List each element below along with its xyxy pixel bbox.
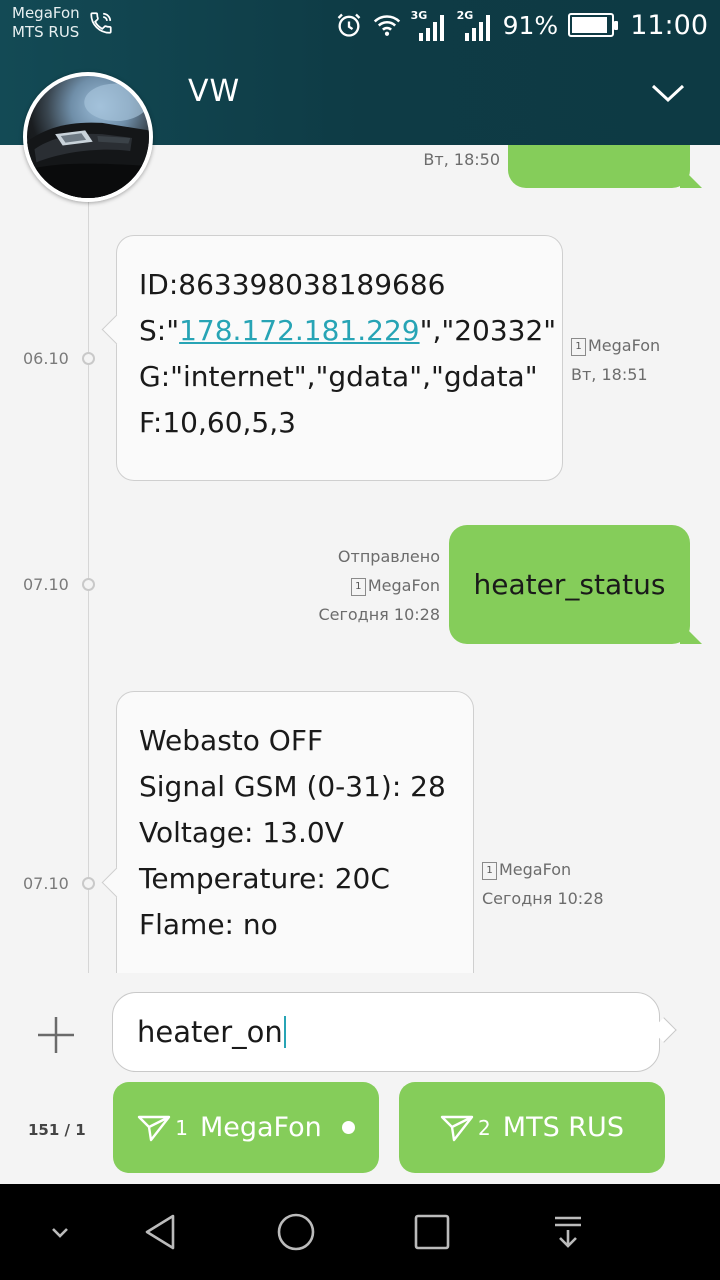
message-text: ","20332" — [419, 314, 557, 347]
phone-call-icon — [90, 12, 112, 34]
message-time-previous: Вт, 18:50 — [423, 150, 500, 169]
text-cursor — [283, 1016, 286, 1048]
sim-carrier-name: MegaFon — [367, 576, 440, 595]
carrier-names: MegaFon MTS RUS — [12, 4, 80, 42]
message-bubble-incoming[interactable]: ID:863398038189686 S:"178.172.181.229","… — [116, 235, 563, 481]
contact-name[interactable]: VW — [188, 74, 240, 109]
sim-number: 2 — [478, 1115, 491, 1140]
sim-carrier: 1 MegaFon — [482, 855, 604, 884]
message-bubble-outgoing[interactable]: heater_status — [449, 525, 702, 644]
message-line: Webasto OFF — [139, 724, 324, 757]
timeline-dot — [82, 578, 95, 591]
message-line: Temperature: 20C — [139, 862, 390, 895]
alarm-icon — [337, 13, 360, 37]
sim-carrier: 1 MegaFon — [571, 331, 660, 360]
message-meta: 1 MegaFon Вт, 18:51 — [571, 331, 660, 389]
message-time: Сегодня 10:28 — [318, 605, 440, 624]
compose-area: heater_on 151 / 1 1 MegaFon 2 MTS RUS — [0, 973, 720, 1184]
car-photo — [27, 83, 149, 198]
message-input[interactable]: heater_on — [112, 992, 660, 1072]
collapse-icon[interactable] — [40, 1212, 80, 1252]
send-icon — [440, 1115, 474, 1141]
timeline-dot — [82, 877, 95, 890]
battery-icon — [568, 13, 619, 37]
timeline-date: 06.10 — [23, 349, 69, 368]
sim-carrier: 1 MegaFon — [290, 571, 440, 600]
ip-address-link[interactable]: 178.172.181.229 — [179, 314, 419, 347]
message-bubble-outgoing-previous[interactable] — [508, 145, 702, 188]
sim-carrier-name: MegaFon — [588, 336, 661, 355]
message-input-text: heater_on — [137, 1015, 283, 1049]
sim-carrier-name: MegaFon — [499, 860, 572, 879]
timeline-date: 07.10 — [23, 575, 69, 594]
notifications-icon[interactable] — [548, 1212, 588, 1252]
chevron-down-icon[interactable] — [648, 78, 688, 108]
sim-number: 1 — [175, 1115, 188, 1140]
sim-icon: 1 — [482, 862, 497, 880]
status-icons: 3G 2G 91% 11:00 — [335, 6, 708, 44]
message-line: G:"internet","gdata","gdata" — [139, 360, 538, 393]
clock: 11:00 — [630, 9, 708, 41]
send-button-label: MegaFon — [199, 1112, 322, 1143]
character-counter: 151 / 1 — [28, 1121, 86, 1139]
sim-icon: 1 — [350, 578, 366, 596]
conversation-list[interactable]: Вт, 18:50 06.10 ID:863398038189686 S:"17… — [0, 145, 720, 973]
status-bar: MegaFon MTS RUS 3G 2G 91% 11:00 — [0, 0, 720, 50]
message-line: Signal GSM (0-31): 28 — [139, 770, 446, 803]
message-time: Сегодня 10:28 — [482, 889, 604, 908]
home-icon[interactable] — [276, 1212, 316, 1252]
message-line: S:"178.172.181.229","20332" — [139, 308, 556, 354]
send-button-sim2[interactable]: 2 MTS RUS — [399, 1082, 665, 1173]
message-status: Отправлено — [337, 547, 440, 566]
recents-icon[interactable] — [412, 1212, 452, 1252]
timeline-line — [88, 145, 89, 973]
message-line: F:10,60,5,3 — [139, 406, 296, 439]
contact-avatar[interactable] — [23, 72, 153, 202]
signal-icon-sim1: 3G — [411, 9, 447, 41]
message-bubble-incoming[interactable]: Webasto OFF Signal GSM (0-31): 28 Voltag… — [116, 691, 474, 973]
send-button-label: MTS RUS — [502, 1112, 624, 1143]
send-icon — [138, 1115, 171, 1141]
message-text: S:" — [139, 314, 180, 347]
message-meta: 1 MegaFon Сегодня 10:28 — [482, 855, 604, 913]
navigation-bar — [0, 1184, 720, 1280]
message-line: Flame: no — [139, 908, 278, 941]
carrier-2: MTS RUS — [12, 23, 80, 41]
message-time: Вт, 18:51 — [571, 365, 648, 384]
message-text: heater_status — [473, 568, 666, 601]
back-icon[interactable] — [140, 1212, 180, 1252]
wifi-icon — [373, 15, 400, 36]
message-meta: Отправлено 1 MegaFon Сегодня 10:28 — [290, 542, 440, 629]
battery-fill — [572, 17, 607, 33]
timeline-dot — [82, 352, 95, 365]
signal-icon-sim2: 2G — [457, 9, 493, 41]
sim-icon: 1 — [571, 338, 586, 356]
carrier-1: MegaFon — [12, 4, 80, 22]
plus-icon[interactable] — [36, 1015, 76, 1055]
send-button-sim1[interactable]: 1 MegaFon — [113, 1082, 379, 1173]
battery-percent: 91% — [502, 10, 559, 40]
default-sim-dot — [341, 1121, 355, 1134]
message-line: ID:863398038189686 — [139, 268, 446, 301]
timeline-date: 07.10 — [23, 874, 69, 893]
message-line: Voltage: 13.0V — [139, 816, 344, 849]
